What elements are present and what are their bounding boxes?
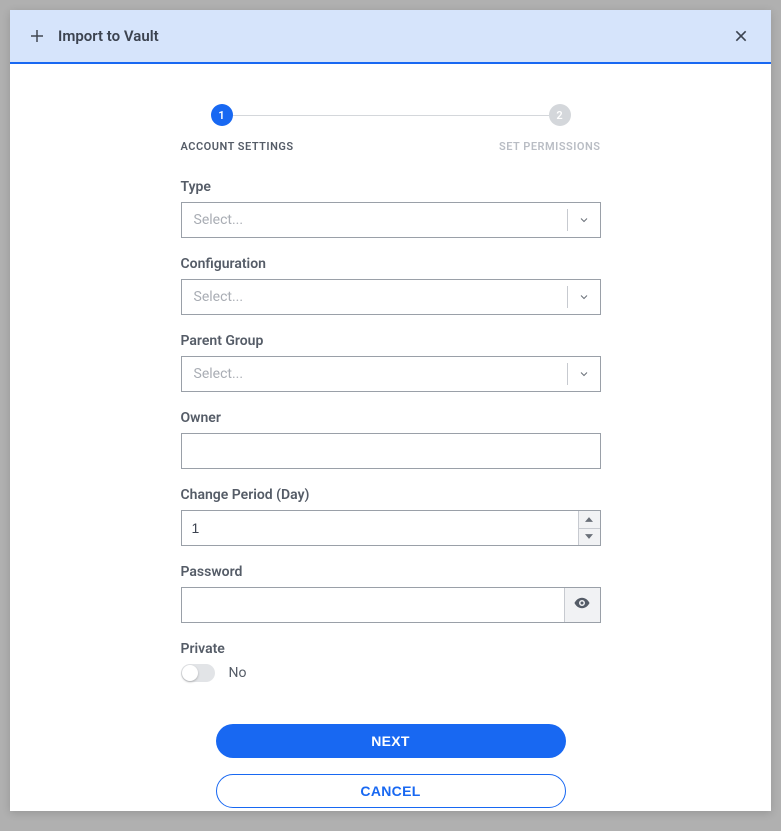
- field-change-period: Change Period (Day): [181, 487, 601, 546]
- next-button[interactable]: NEXT: [216, 724, 566, 758]
- chevron-down-icon: [568, 368, 600, 380]
- private-toggle[interactable]: [181, 664, 215, 682]
- step-1-circle[interactable]: 1: [211, 104, 233, 126]
- configuration-label: Configuration: [181, 256, 601, 272]
- chevron-down-icon: [568, 214, 600, 226]
- field-parent-group: Parent Group Select...: [181, 333, 601, 392]
- modal-content: 1 2 ACCOUNT SETTINGS SET PERMISSIONS Typ…: [10, 64, 771, 811]
- number-steppers: [578, 511, 600, 545]
- cancel-button[interactable]: CANCEL: [216, 774, 566, 808]
- change-period-label: Change Period (Day): [181, 487, 601, 503]
- stepper: 1 2: [181, 104, 601, 126]
- eye-icon: [573, 594, 591, 616]
- owner-input[interactable]: [181, 433, 601, 469]
- password-wrap: [181, 587, 601, 623]
- form: Type Select... Configuration Select...: [181, 179, 601, 808]
- toggle-knob: [182, 665, 198, 681]
- field-owner: Owner: [181, 410, 601, 469]
- field-password: Password: [181, 564, 601, 623]
- chevron-down-icon: [568, 291, 600, 303]
- parent-group-value: Select...: [182, 366, 567, 382]
- password-label: Password: [181, 564, 601, 580]
- plus-icon: [28, 27, 46, 45]
- parent-group-label: Parent Group: [181, 333, 601, 349]
- configuration-value: Select...: [182, 289, 567, 305]
- type-value: Select...: [182, 212, 567, 228]
- private-label: Private: [181, 641, 601, 657]
- step-1-label: ACCOUNT SETTINGS: [181, 140, 294, 153]
- field-type: Type Select...: [181, 179, 601, 238]
- owner-label: Owner: [181, 410, 601, 426]
- change-period-input[interactable]: [182, 511, 578, 545]
- step-2-circle: 2: [549, 104, 571, 126]
- field-configuration: Configuration Select...: [181, 256, 601, 315]
- show-password-button[interactable]: [564, 588, 600, 622]
- modal-header: Import to Vault: [10, 10, 771, 64]
- close-button[interactable]: [729, 24, 753, 48]
- configuration-select[interactable]: Select...: [181, 279, 601, 315]
- type-select[interactable]: Select...: [181, 202, 601, 238]
- change-period-stepper: [181, 510, 601, 546]
- stepper-down-button[interactable]: [579, 529, 600, 546]
- step-labels: ACCOUNT SETTINGS SET PERMISSIONS: [181, 140, 601, 153]
- field-private: Private No: [181, 641, 601, 682]
- private-toggle-row: No: [181, 664, 601, 682]
- private-value-text: No: [229, 665, 247, 681]
- modal-title: Import to Vault: [58, 27, 159, 45]
- stepper-up-button[interactable]: [579, 511, 600, 529]
- type-label: Type: [181, 179, 601, 195]
- step-line: [233, 115, 549, 116]
- header-left: Import to Vault: [28, 27, 159, 45]
- password-input[interactable]: [182, 588, 564, 622]
- step-2-label: SET PERMISSIONS: [499, 140, 600, 153]
- button-row: NEXT CANCEL: [181, 724, 601, 808]
- import-to-vault-modal: Import to Vault 1 2 ACCOUNT SETTINGS SET…: [10, 10, 771, 811]
- parent-group-select[interactable]: Select...: [181, 356, 601, 392]
